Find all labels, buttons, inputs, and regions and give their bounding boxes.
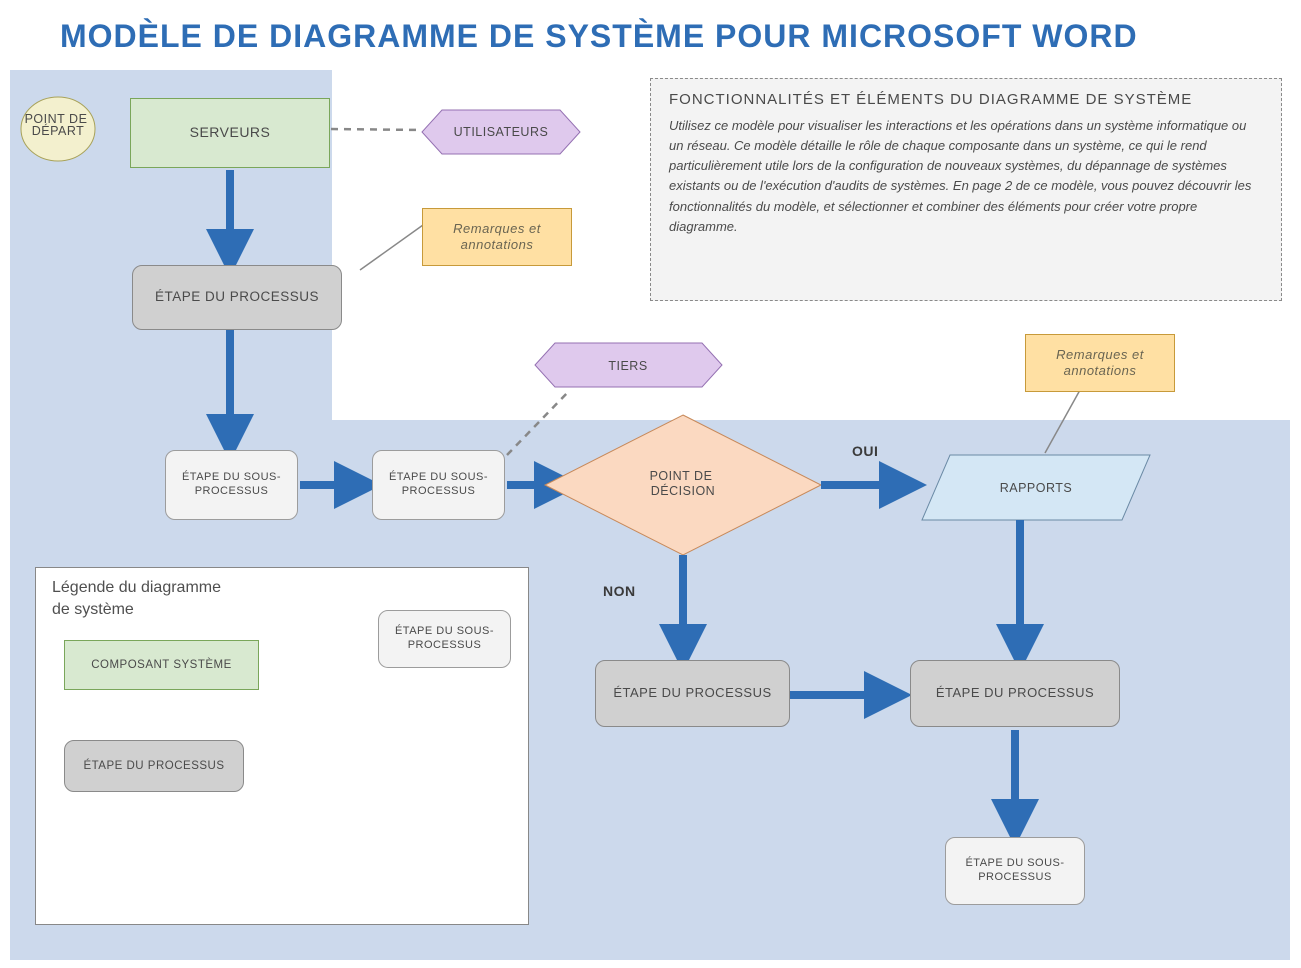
- subprocess-3: ÉTAPE DU SOUS-PROCESSUS: [945, 837, 1085, 905]
- info-header: FONCTIONNALITÉS ET ÉLÉMENTS DU DIAGRAMME…: [669, 91, 1263, 108]
- legend-process-step: ÉTAPE DU PROCESSUS: [64, 740, 244, 792]
- note-text-2: Remarques etannotations: [1056, 347, 1144, 380]
- process-step-1: ÉTAPE DU PROCESSUS: [132, 265, 342, 330]
- subprocess-2: ÉTAPE DU SOUS-PROCESSUS: [372, 450, 505, 520]
- page-title: MODÈLE DE DIAGRAMME DE SYSTÈME POUR MICR…: [60, 18, 1138, 55]
- note-box-1: Remarques etannotations: [422, 208, 572, 266]
- info-body: Utilisez ce modèle pour visualiser les i…: [669, 116, 1263, 237]
- process-step-2: ÉTAPE DU PROCESSUS: [595, 660, 790, 727]
- subprocess-1: ÉTAPE DU SOUS-PROCESSUS: [165, 450, 298, 520]
- process-step-2-text: ÉTAPE DU PROCESSUS: [613, 685, 771, 701]
- legend-title: Légende du diagrammede système: [52, 577, 292, 620]
- tiers-label: TIERS: [608, 359, 647, 373]
- note-box-2: Remarques etannotations: [1025, 334, 1175, 392]
- users-label: UTILISATEURS: [454, 125, 549, 139]
- conn-servers-users: [331, 129, 422, 130]
- yes-label: OUI: [852, 443, 878, 459]
- process-step-3: ÉTAPE DU PROCESSUS: [910, 660, 1120, 727]
- servers-box: SERVEURS: [130, 98, 330, 168]
- legend-subprocess: ÉTAPE DU SOUS-PROCESSUS: [378, 610, 511, 668]
- note-text-1: Remarques etannotations: [453, 221, 541, 254]
- subprocess-2-text: ÉTAPE DU SOUS-PROCESSUS: [389, 471, 488, 499]
- users-hexagon: [422, 110, 580, 154]
- info-box: FONCTIONNALITÉS ET ÉLÉMENTS DU DIAGRAMME…: [650, 78, 1282, 301]
- process-step-1-text: ÉTAPE DU PROCESSUS: [155, 289, 319, 306]
- no-label: NON: [603, 583, 636, 599]
- process-step-3-text: ÉTAPE DU PROCESSUS: [936, 685, 1094, 701]
- tiers-hexagon: [535, 343, 722, 387]
- legend-system-component-text: COMPOSANT SYSTÈME: [91, 658, 232, 672]
- legend-system-component: COMPOSANT SYSTÈME: [64, 640, 259, 690]
- legend-subprocess-text: ÉTAPE DU SOUS-PROCESSUS: [395, 625, 494, 653]
- conn-process-note: [360, 220, 430, 270]
- subprocess-3-text: ÉTAPE DU SOUS-PROCESSUS: [965, 857, 1064, 885]
- servers-text: SERVEURS: [190, 124, 271, 142]
- subprocess-1-text: ÉTAPE DU SOUS-PROCESSUS: [182, 471, 281, 499]
- legend-process-step-text: ÉTAPE DU PROCESSUS: [83, 759, 224, 773]
